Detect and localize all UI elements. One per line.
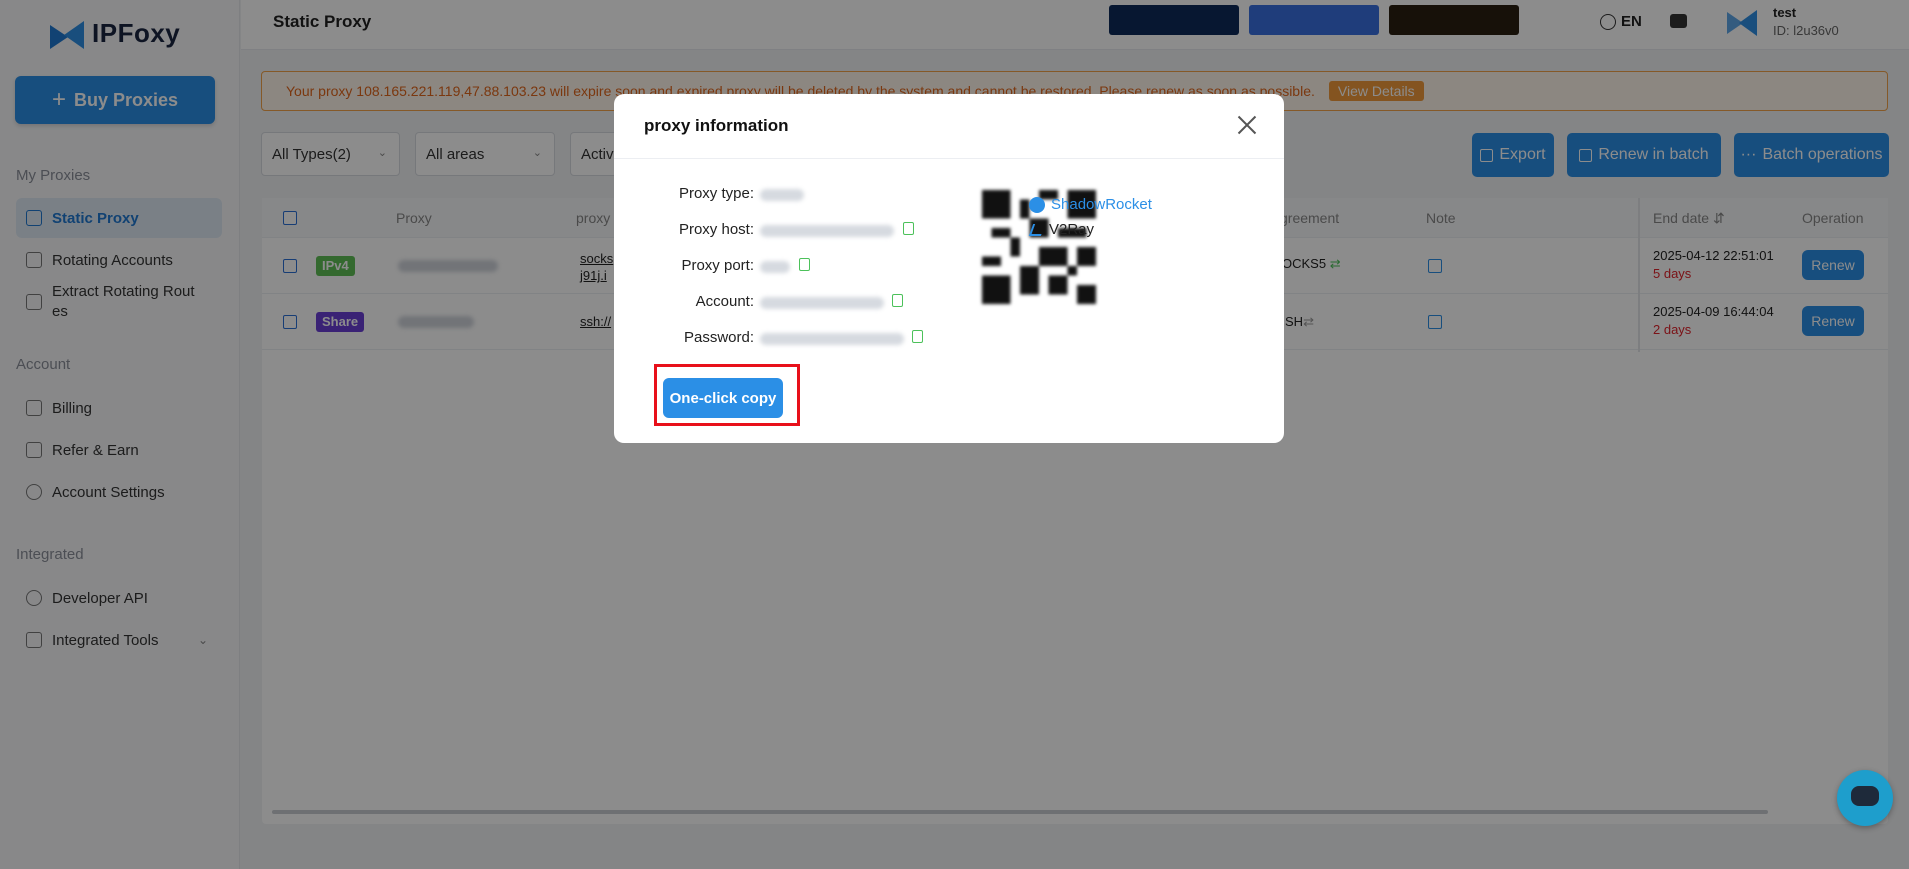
modal-title: proxy information <box>644 116 789 135</box>
proxy-port-value-redacted <box>760 261 790 273</box>
one-click-copy-button[interactable]: One-click copy <box>663 378 783 418</box>
proxy-type-label: Proxy type: <box>678 185 754 202</box>
v2ray-icon <box>1028 223 1046 236</box>
copy-icon[interactable] <box>799 258 810 271</box>
close-icon[interactable] <box>1236 114 1258 136</box>
shadowrocket-icon <box>1029 196 1045 213</box>
v2ray-link[interactable]: V2Ray <box>1028 221 1095 238</box>
proxy-port-label: Proxy port: <box>681 257 754 274</box>
proxy-information-modal: proxy information Proxy type: Proxy host… <box>614 94 1284 443</box>
proxy-host-label: Proxy host: <box>678 221 754 238</box>
copy-icon[interactable] <box>892 294 903 307</box>
account-label: Account: <box>695 293 754 310</box>
proxy-host-value-redacted <box>760 225 894 237</box>
password-value-redacted <box>760 333 904 345</box>
copy-icon[interactable] <box>912 330 923 343</box>
account-value-redacted <box>760 297 884 309</box>
shadowrocket-link[interactable]: ShadowRocket <box>1029 196 1152 213</box>
chat-support-button[interactable] <box>1837 770 1893 826</box>
v2ray-label: V2Ray <box>1049 221 1095 238</box>
password-label: Password: <box>683 329 754 346</box>
chat-icon <box>1851 786 1879 806</box>
modal-divider <box>614 158 1284 159</box>
copy-icon[interactable] <box>903 222 914 235</box>
shadowrocket-label: ShadowRocket <box>1051 196 1152 213</box>
proxy-type-value-redacted <box>760 189 804 201</box>
